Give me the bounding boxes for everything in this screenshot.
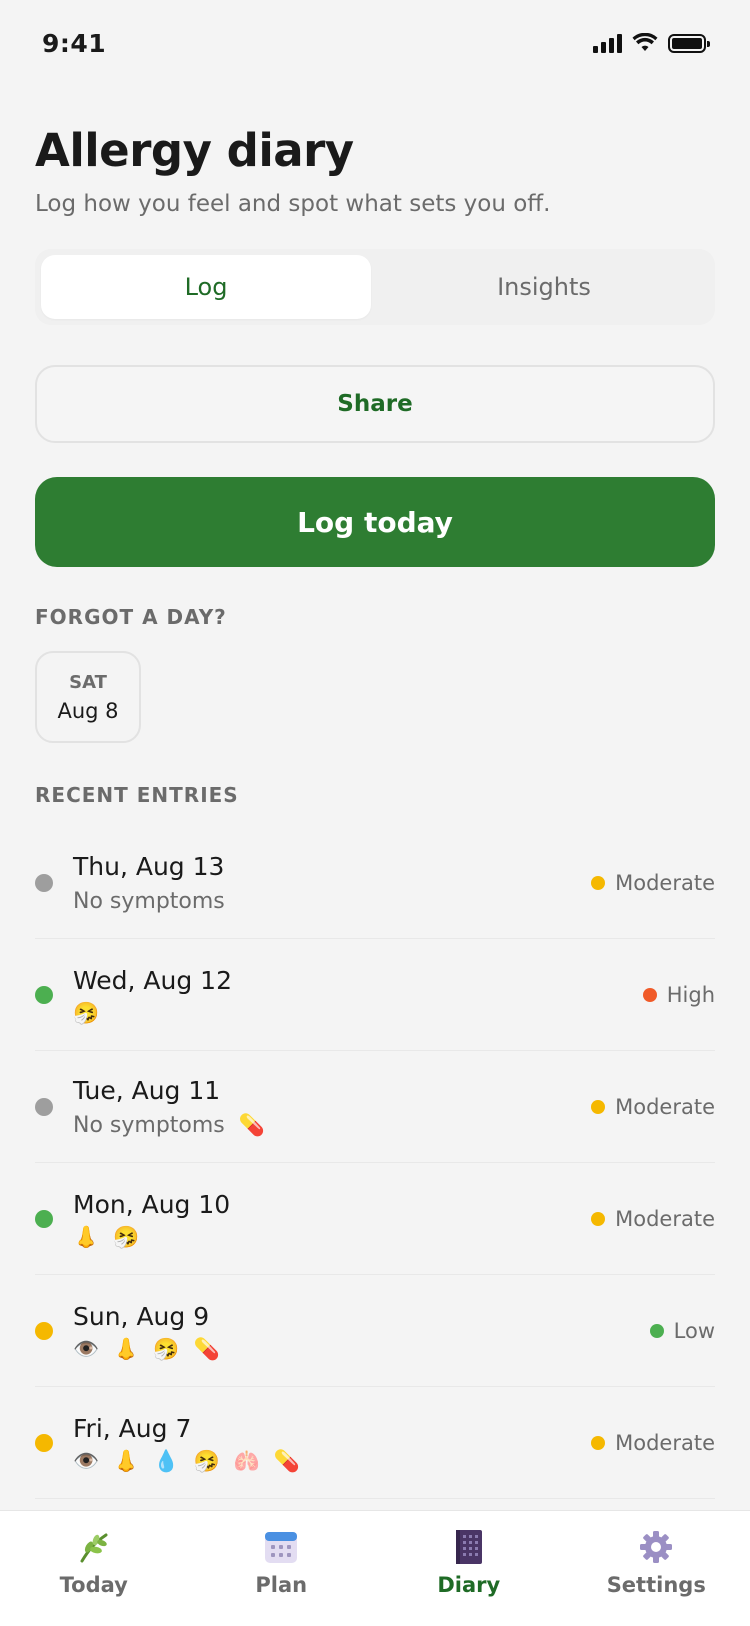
- tab-settings[interactable]: Settings: [563, 1511, 750, 1626]
- entry-details: Fri, Aug 7 👁️ 👃 💧 🤧 🫁 💊: [73, 1414, 591, 1472]
- entry-details: Mon, Aug 10 👃 🤧: [73, 1190, 591, 1248]
- level-label: Low: [673, 1318, 715, 1343]
- tab-today[interactable]: Today: [0, 1511, 188, 1626]
- entry-details: Sun, Aug 9 👁️ 👃 🤧 💊: [73, 1302, 650, 1360]
- entry-pollen-level: High: [642, 982, 715, 1007]
- entry-row[interactable]: Thu, Aug 13 No symptoms Moderate: [35, 827, 715, 939]
- level-label: Moderate: [615, 1206, 715, 1231]
- tab-plan-label: Plan: [255, 1573, 308, 1597]
- entry-pollen-level: Moderate: [591, 871, 715, 895]
- entry-pollen-level: Moderate: [591, 1207, 715, 1231]
- entry-row[interactable]: Wed, Aug 12 🤧 High: [35, 939, 715, 1051]
- entry-date: Thu, Aug 13: [73, 851, 225, 881]
- sneeze-icon: 🤧: [113, 1224, 140, 1249]
- entry-symptoms: 👃 🤧: [73, 1224, 591, 1249]
- tab-plan[interactable]: Plan: [188, 1511, 376, 1626]
- entry-status-dot: [35, 873, 53, 892]
- entry-details: Tue, Aug 11 No symptoms 💊: [73, 1076, 591, 1138]
- entry-row[interactable]: Tue, Aug 11 No symptoms 💊 Moderate: [35, 1051, 715, 1163]
- level-dot: [591, 1099, 606, 1114]
- recent-entries-heading: RECENT ENTRIES: [35, 783, 239, 807]
- level-dot: [591, 1435, 606, 1450]
- entry-row[interactable]: Mon, Aug 10 👃 🤧 Moderate: [35, 1163, 715, 1275]
- entry-status-dot: [35, 1097, 53, 1116]
- tab-today-label: Today: [59, 1573, 128, 1597]
- battery-icon: [668, 33, 710, 53]
- pill-icon: 💊: [238, 1112, 265, 1137]
- entry-date: Tue, Aug 11: [73, 1075, 221, 1105]
- forgot-day-heading: FORGOT A DAY?: [35, 605, 227, 629]
- level-label: Moderate: [615, 1094, 715, 1119]
- status-time: 9:41: [42, 28, 107, 58]
- nose-icon: 👃: [113, 1336, 140, 1361]
- bottom-tab-bar: Today Plan Diary Settings: [0, 1510, 750, 1626]
- entry-date: Fri, Aug 7: [73, 1413, 192, 1443]
- entry-row[interactable]: Sun, Aug 9 👁️ 👃 🤧 💊 Low: [35, 1275, 715, 1387]
- main-content: Allergy diary Log how you feel and spot …: [35, 86, 715, 1499]
- cellular-signal-icon: [593, 33, 622, 53]
- level-dot: [642, 987, 657, 1002]
- entry-symptoms-text: No symptoms: [73, 888, 225, 914]
- tab-diary[interactable]: Diary: [375, 1511, 563, 1626]
- missed-day-date: Aug 8: [57, 698, 119, 723]
- level-dot: [591, 1211, 606, 1226]
- tab-log[interactable]: Log: [41, 255, 371, 319]
- entry-symptoms: 🤧: [73, 1000, 643, 1025]
- sneeze-icon: 🤧: [153, 1336, 180, 1361]
- level-dot: [649, 1323, 664, 1338]
- level-label: High: [666, 982, 715, 1007]
- log-today-button[interactable]: Log today: [35, 477, 715, 567]
- recent-entries-list: Thu, Aug 13 No symptoms Moderate Wed, Aug 1…: [35, 827, 715, 1499]
- entry-symptoms: 👁️ 👃 🤧 💊: [73, 1336, 650, 1361]
- entry-details: Thu, Aug 13 No symptoms: [73, 852, 591, 914]
- eye-icon: 👁️: [73, 1448, 100, 1473]
- page-title: Allergy diary: [35, 124, 354, 177]
- diary-icon: [451, 1529, 487, 1565]
- tab-diary-label: Diary: [437, 1573, 501, 1597]
- entry-date: Sun, Aug 9: [73, 1301, 210, 1331]
- entry-pollen-level: Moderate: [591, 1095, 715, 1119]
- nose-icon: 👃: [73, 1224, 100, 1249]
- wifi-icon: [632, 33, 658, 51]
- status-icons: [593, 33, 710, 53]
- sneeze-icon: 🤧: [73, 1000, 100, 1025]
- share-button[interactable]: Share: [35, 365, 715, 443]
- view-switcher: Log Insights: [35, 249, 715, 325]
- entry-status-dot: [35, 1209, 53, 1228]
- nose-icon: 👃: [113, 1448, 140, 1473]
- entry-status-dot: [35, 1321, 53, 1340]
- entry-status-dot: [35, 985, 53, 1004]
- entry-row[interactable]: Fri, Aug 7 👁️ 👃 💧 🤧 🫁 💊 Moderate: [35, 1387, 715, 1499]
- missed-day-chip[interactable]: SAT Aug 8: [35, 651, 141, 743]
- pill-icon: 💊: [273, 1448, 300, 1473]
- tab-insights[interactable]: Insights: [379, 255, 709, 319]
- entry-details: Wed, Aug 12 🤧: [73, 966, 643, 1024]
- entry-symptoms-text: No symptoms: [73, 1112, 225, 1138]
- entry-symptoms: 👁️ 👃 💧 🤧 🫁 💊: [73, 1448, 591, 1473]
- droplet-icon: 💧: [153, 1448, 180, 1473]
- level-dot: [591, 875, 606, 890]
- level-label: Moderate: [615, 1430, 715, 1455]
- lungs-icon: 🫁: [233, 1448, 260, 1473]
- gear-icon: [638, 1529, 674, 1565]
- leaf-icon: [76, 1529, 112, 1565]
- missed-day-weekday: SAT: [69, 671, 107, 693]
- entry-status-dot: [35, 1433, 53, 1452]
- sneeze-icon: 🤧: [193, 1448, 220, 1473]
- entry-date: Wed, Aug 12: [73, 965, 232, 995]
- calendar-icon: [263, 1529, 299, 1565]
- entry-symptoms: No symptoms 💊: [73, 1113, 591, 1138]
- entry-pollen-level: Moderate: [591, 1431, 715, 1455]
- pill-icon: 💊: [193, 1336, 220, 1361]
- entry-pollen-level: Low: [649, 1318, 715, 1343]
- level-label: Moderate: [615, 870, 715, 895]
- tab-settings-label: Settings: [606, 1573, 706, 1597]
- page-subtitle: Log how you feel and spot what sets you …: [35, 191, 551, 217]
- status-bar: 9:41: [0, 0, 750, 86]
- entry-symptoms: No symptoms: [73, 889, 591, 914]
- eye-icon: 👁️: [73, 1336, 100, 1361]
- entry-date: Mon, Aug 10: [73, 1189, 231, 1219]
